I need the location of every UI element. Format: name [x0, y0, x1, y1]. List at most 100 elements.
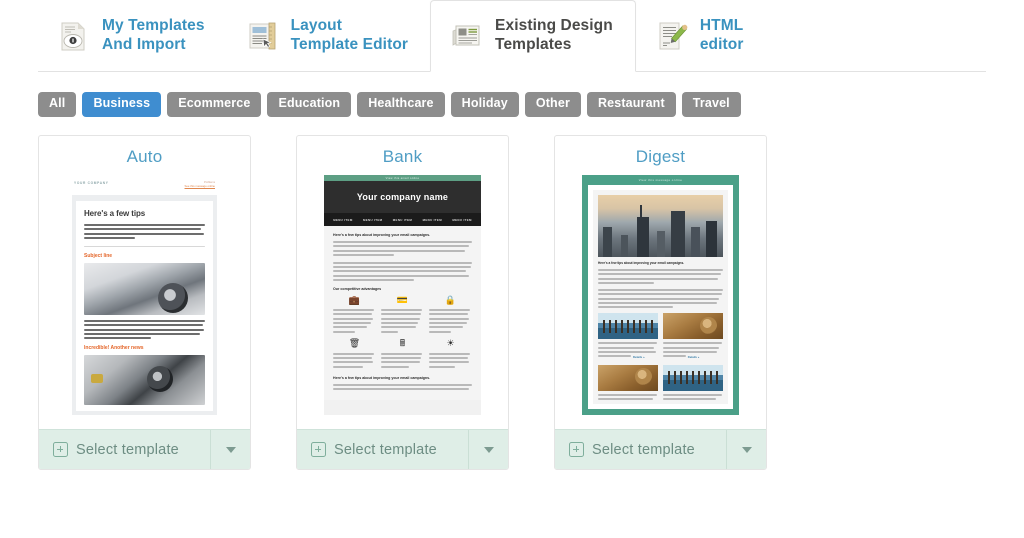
select-template-dropdown-toggle[interactable]	[726, 430, 766, 469]
add-template-icon	[53, 442, 68, 457]
preview-image-car	[84, 263, 205, 316]
filter-holiday[interactable]: Holiday	[450, 92, 519, 117]
preview-grid-cell: Details »	[598, 313, 658, 359]
document-pencil-icon	[654, 19, 688, 53]
preview-advantage-item: 💳	[381, 295, 424, 335]
tab-label: My Templates And Import	[102, 17, 205, 53]
select-template-bar: Select template	[39, 429, 250, 469]
tab-label: Existing Design Templates	[495, 17, 613, 53]
preview-advantage-item: 🔒	[429, 295, 472, 335]
details-link[interactable]: Details »	[688, 355, 700, 359]
preview-image-people	[598, 313, 658, 340]
tab-label: HTML editor	[699, 17, 744, 53]
preview-paragraph	[84, 224, 205, 239]
select-template-dropdown-toggle[interactable]	[210, 430, 250, 469]
preview-link-online: See this message online	[184, 184, 215, 188]
select-template-button[interactable]: Select template	[39, 430, 210, 469]
layout-ruler-icon	[245, 19, 279, 53]
preview-advantage-item: 🖩	[381, 339, 424, 370]
select-template-button[interactable]: Select template	[297, 430, 468, 469]
preview-menu-item: MENU ITEM	[363, 217, 383, 222]
preview-advantages-row-2: 🗑 🖩 ☀	[333, 339, 472, 370]
chevron-down-icon	[741, 446, 752, 453]
tab-existing-design-templates[interactable]: Existing Design Templates	[430, 0, 636, 72]
preview-grid-cell	[598, 364, 658, 403]
filter-travel[interactable]: Travel	[681, 92, 741, 117]
preview-paragraph-2	[333, 261, 472, 282]
select-template-bar: Select template	[297, 429, 508, 469]
template-title: Digest	[635, 147, 686, 166]
tab-my-templates-and-import[interactable]: My Templates And Import	[38, 0, 227, 72]
preview-image-skyline	[598, 195, 723, 257]
category-filter-bar: All Business Ecommerce Education Healthc…	[38, 92, 741, 117]
preview-grid-cell	[663, 364, 723, 403]
template-preview-digest[interactable]: View this message online Here's a few ti…	[582, 175, 739, 415]
preview-heading: Here's a few tips	[84, 209, 146, 218]
preview-image-people-2	[663, 364, 723, 391]
preview-subject-line: Subject line	[84, 253, 113, 260]
preview-top-bar: View this message online	[582, 175, 739, 185]
template-card-grid: Auto YOUR COMPANY Problems See this mess…	[38, 135, 767, 470]
newspaper-icon	[449, 19, 483, 53]
filter-healthcare[interactable]: Healthcare	[357, 92, 445, 117]
preview-menu-item: MENU ITEM	[422, 217, 442, 222]
preview-menu-item: MENU ITEM	[452, 217, 472, 222]
preview-footer-paragraph	[333, 384, 472, 391]
trash-icon: 🗑	[348, 338, 361, 349]
preview-paragraph-2	[598, 289, 723, 309]
briefcase-icon: 💼	[348, 294, 361, 305]
preview-image-wood-2	[598, 364, 658, 391]
preview-news-heading: Incredible! Another news	[84, 345, 144, 352]
preview-advantage-item: 💼	[333, 295, 376, 335]
preview-advantage-item: ☀	[429, 339, 472, 370]
card-icon: 💳	[396, 294, 409, 305]
chevron-down-icon	[483, 446, 494, 453]
template-preview-bank[interactable]: View this email online Your company name…	[324, 175, 481, 415]
preview-menu-bar: MENU ITEM MENU ITEM MENU ITEM MENU ITEM …	[324, 213, 481, 226]
filter-other[interactable]: Other	[524, 92, 581, 117]
filter-business[interactable]: Business	[82, 92, 162, 117]
lock-icon: 🔒	[444, 294, 457, 305]
document-lock-icon	[56, 19, 90, 53]
preview-company-header: Your company name	[324, 181, 481, 213]
preview-menu-item: MENU ITEM	[392, 217, 413, 222]
preview-advantages-row-1: 💼 💳 🔒	[333, 295, 472, 335]
preview-grid-cell: Details »	[663, 313, 723, 359]
select-template-label: Select template	[592, 441, 695, 458]
template-title: Bank	[382, 147, 423, 166]
template-card-auto[interactable]: Auto YOUR COMPANY Problems See this mess…	[38, 135, 251, 470]
select-template-bar: Select template	[555, 429, 766, 469]
filter-restaurant[interactable]: Restaurant	[586, 92, 676, 117]
preview-menu-item: MENU ITEM	[333, 217, 353, 222]
template-preview-auto[interactable]: YOUR COMPANY Problems See this message o…	[66, 175, 223, 415]
filter-all[interactable]: All	[38, 92, 77, 117]
preview-grid-row-2	[598, 364, 723, 403]
preview-company-name: Your company name	[356, 192, 449, 202]
template-card-bank[interactable]: Bank View this email online Your company…	[296, 135, 509, 470]
page-root: My Templates And Import Layout Template …	[0, 0, 1024, 538]
preview-heading: Here's a few tips about improving your e…	[598, 261, 685, 265]
preview-paragraph	[598, 269, 723, 284]
preview-heading: Here's a few tips about improving your e…	[333, 233, 431, 237]
select-template-dropdown-toggle[interactable]	[468, 430, 508, 469]
preview-image-wood	[663, 313, 723, 340]
template-source-tabs: My Templates And Import Layout Template …	[0, 0, 1024, 72]
preview-top-bar-text: View this message online	[638, 178, 683, 182]
preview-footer-heading: Here's a few tips about improving your e…	[333, 376, 431, 381]
calculator-icon: 🖩	[399, 338, 406, 349]
filter-education[interactable]: Education	[267, 92, 352, 117]
preview-paragraph-2	[84, 320, 205, 340]
tab-layout-template-editor[interactable]: Layout Template Editor	[227, 0, 430, 72]
select-template-button[interactable]: Select template	[555, 430, 726, 469]
tab-html-editor[interactable]: HTML editor	[636, 0, 766, 72]
filter-ecommerce[interactable]: Ecommerce	[167, 92, 262, 117]
template-card-digest[interactable]: Digest View this message online Here's a…	[554, 135, 767, 470]
select-template-label: Select template	[334, 441, 437, 458]
preview-grid-row-1: Details » Details »	[598, 313, 723, 359]
details-link[interactable]: Details »	[633, 355, 645, 359]
add-template-icon	[569, 442, 584, 457]
piechart-icon: ☀	[446, 338, 455, 349]
add-template-icon	[311, 442, 326, 457]
preview-brand: YOUR COMPANY	[74, 181, 109, 185]
preview-advantages-heading: Our competitive advantages	[333, 287, 382, 292]
